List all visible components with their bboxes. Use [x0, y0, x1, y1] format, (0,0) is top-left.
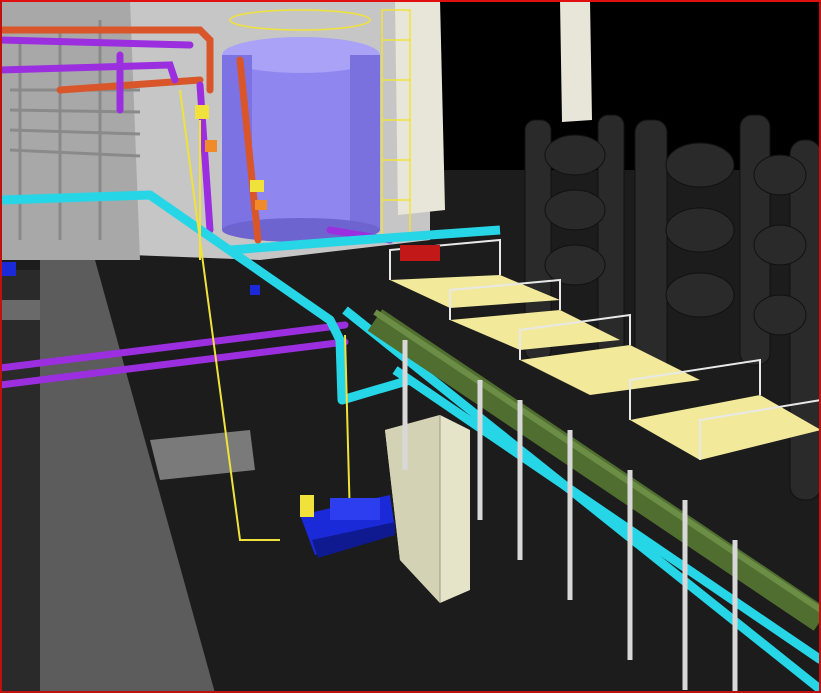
model-viewport[interactable]: [0, 0, 821, 693]
concrete-column: [395, 0, 445, 215]
viewport-border-top: [0, 0, 821, 2]
concrete-column: [560, 0, 592, 122]
plant-3d-scene[interactable]: [0, 0, 821, 693]
floor-slab: [0, 300, 40, 320]
floor-walkway: [0, 270, 40, 693]
